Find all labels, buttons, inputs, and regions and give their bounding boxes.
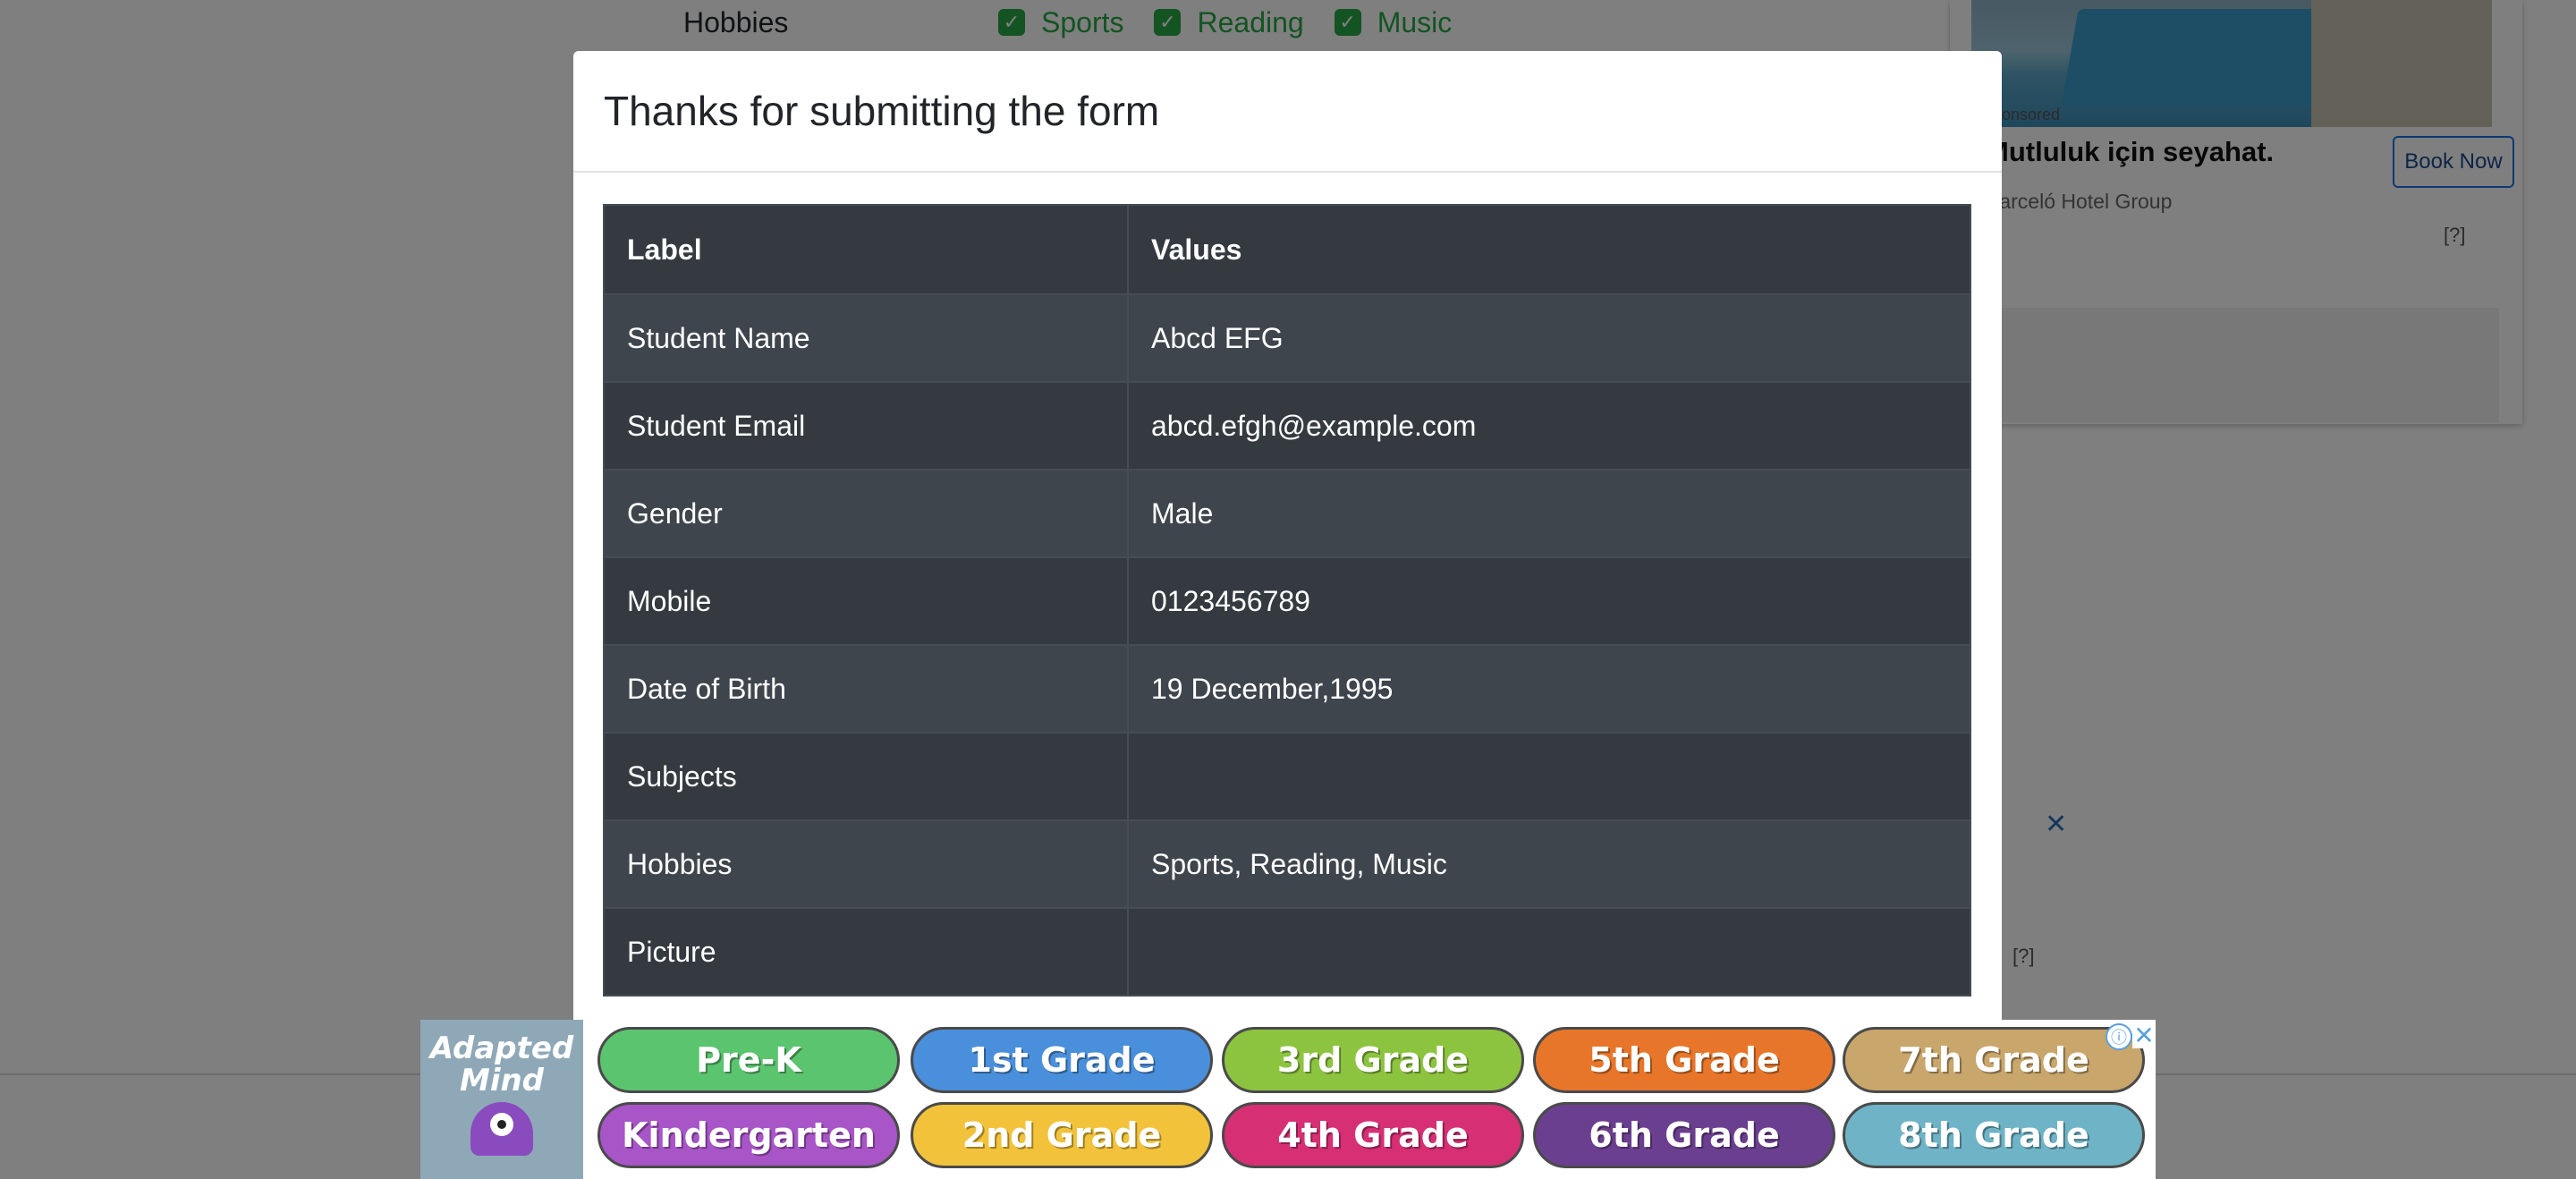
table-row: Gender Male <box>603 469 1971 558</box>
row-label: Subjects <box>603 732 1129 821</box>
grade-button-8th[interactable]: 8th Grade <box>1843 1102 2145 1168</box>
grade-button-5th[interactable]: 5th Grade <box>1533 1027 1835 1093</box>
grade-button-kindergarten[interactable]: Kindergarten <box>597 1102 900 1168</box>
table-row: Student Name Abcd EFG <box>603 293 1971 383</box>
row-label: Date of Birth <box>603 644 1129 734</box>
grade-button-3rd[interactable]: 3rd Grade <box>1222 1027 1524 1093</box>
row-label: Picture <box>603 907 1129 997</box>
table-row: Subjects <box>603 732 1971 821</box>
row-label: Hobbies <box>603 819 1129 909</box>
logo-text: Adapted Mind <box>429 1031 574 1098</box>
table-row: Hobbies Sports, Reading, Music <box>603 819 1971 909</box>
row-value: Male <box>1127 469 1971 558</box>
row-label: Student Name <box>603 293 1129 383</box>
grade-button-4th[interactable]: 4th Grade <box>1222 1102 1524 1168</box>
close-icon[interactable]: ✕ <box>2132 1022 2156 1049</box>
grade-button-2nd[interactable]: 2nd Grade <box>911 1102 1213 1168</box>
row-label: Gender <box>603 469 1129 558</box>
grade-ad-banner[interactable]: Adapted Mind Pre-K 1st Grade 3rd Grade 5… <box>420 1020 2156 1179</box>
table-row: Mobile 0123456789 <box>603 556 1971 646</box>
table-row: Date of Birth 19 December,1995 <box>603 644 1971 734</box>
row-value <box>1127 732 1971 821</box>
table-row: Picture <box>603 907 1971 997</box>
row-value: Abcd EFG <box>1127 293 1971 383</box>
row-value: abcd.efgh@example.com <box>1127 381 1971 471</box>
modal-title: Thanks for submitting the form <box>604 88 1160 134</box>
submission-modal: Thanks for submitting the form Label Val… <box>573 51 2002 1179</box>
grade-button-7th[interactable]: 7th Grade <box>1843 1027 2145 1093</box>
row-value: 0123456789 <box>1127 556 1971 646</box>
column-header-values: Values <box>1127 204 1971 295</box>
info-icon[interactable]: ⓘ <box>2106 1023 2132 1050</box>
table-header-row: Label Values <box>603 204 1971 295</box>
monster-icon <box>470 1102 533 1156</box>
row-value: Sports, Reading, Music <box>1127 819 1971 909</box>
row-label: Mobile <box>603 556 1129 646</box>
table-row: Student Email abcd.efgh@example.com <box>603 381 1971 471</box>
adapted-mind-logo[interactable]: Adapted Mind <box>420 1020 583 1179</box>
row-label: Student Email <box>603 381 1129 471</box>
grade-button-1st[interactable]: 1st Grade <box>911 1027 1213 1093</box>
results-table: Label Values Student Name Abcd EFG Stude… <box>603 204 1971 997</box>
grade-button-pre-k[interactable]: Pre-K <box>597 1027 900 1093</box>
row-value <box>1127 907 1971 997</box>
modal-header: Thanks for submitting the form <box>573 51 2002 173</box>
column-header-label: Label <box>603 204 1129 295</box>
row-value: 19 December,1995 <box>1127 644 1971 734</box>
grade-button-6th[interactable]: 6th Grade <box>1533 1102 1835 1168</box>
